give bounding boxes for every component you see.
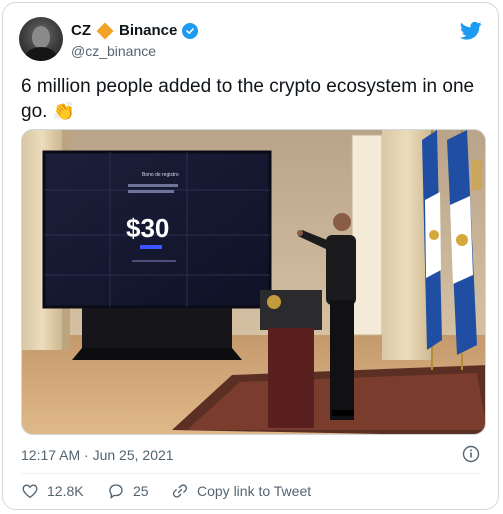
podium-top: [260, 290, 322, 330]
door: [351, 134, 383, 336]
avatar-face: [32, 26, 50, 48]
verified-badge-icon: [182, 22, 199, 39]
photo-scene: Bono de registro $30: [22, 130, 485, 434]
reply-count: 25: [133, 483, 149, 499]
copy-link-action[interactable]: Copy link to Tweet: [171, 482, 311, 500]
screen-title: Bono de registro: [142, 172, 179, 178]
screen-stand: [82, 308, 232, 348]
binance-diamond-icon: [96, 22, 114, 39]
divider: [21, 473, 480, 474]
heart-icon[interactable]: [21, 482, 39, 500]
tweet-card: CZ Binance @cz_binance 6 million people …: [2, 2, 499, 510]
clapping-hands-emoji: 👏: [52, 101, 76, 121]
reply-icon[interactable]: [107, 482, 125, 500]
speaker-torso: [326, 235, 356, 305]
author-badge-name[interactable]: Binance: [119, 22, 177, 39]
tweet-text-block: 6 million people added to the crypto eco…: [21, 75, 483, 124]
link-icon[interactable]: [171, 482, 189, 500]
podium-seal: [267, 295, 281, 309]
speaker-head: [333, 213, 351, 231]
reply-action[interactable]: 25: [107, 482, 149, 500]
info-icon[interactable]: [462, 445, 480, 463]
like-count: 12.8K: [47, 483, 84, 499]
speaker-legs: [330, 300, 354, 420]
avatar-body: [25, 47, 57, 61]
author-name-row[interactable]: CZ Binance: [71, 22, 199, 39]
twitter-bird-icon[interactable]: [460, 21, 482, 41]
wall-lamp: [472, 160, 482, 190]
author-handle[interactable]: @cz_binance: [71, 43, 156, 59]
tweet-timestamp[interactable]: 12:17 AM · Jun 25, 2021: [21, 447, 174, 463]
like-action[interactable]: 12.8K: [21, 482, 84, 500]
copy-link-label: Copy link to Tweet: [197, 483, 312, 499]
screen-amount: $30: [126, 213, 169, 243]
tweet-text: 6 million people added to the crypto eco…: [21, 76, 475, 122]
tweet-photo[interactable]: Bono de registro $30: [21, 129, 486, 435]
avatar[interactable]: [19, 17, 63, 61]
podium-base: [268, 328, 314, 428]
author-name[interactable]: CZ: [71, 22, 91, 39]
